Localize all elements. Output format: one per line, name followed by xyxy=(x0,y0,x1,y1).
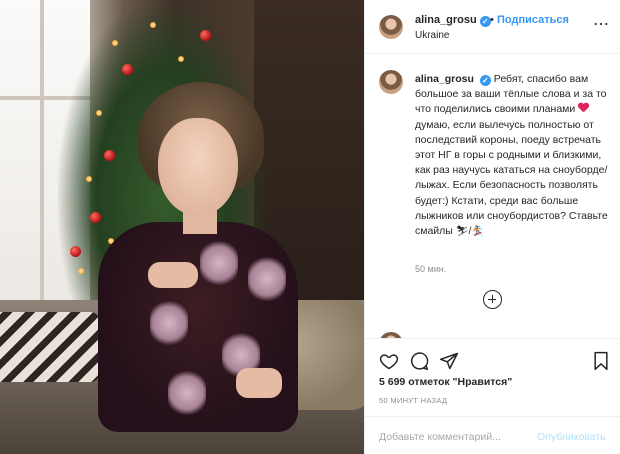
separator-dot: • xyxy=(490,14,494,26)
post-sidebar: alina_grosu ✓ • Подписаться Ukraine ⋯ ali… xyxy=(364,0,620,454)
action-bar xyxy=(365,338,620,378)
add-comment-box: Добавьте комментарий... Опубликовать xyxy=(365,416,620,454)
post-comment-button[interactable]: Опубликовать xyxy=(537,431,606,443)
striped-pillow xyxy=(0,312,100,382)
snowboarder-emoji-icon: 🏂 xyxy=(471,226,484,238)
location-link[interactable]: Ukraine xyxy=(415,30,449,41)
skier-emoji-icon: ⛷ xyxy=(455,226,469,238)
share-icon[interactable] xyxy=(439,351,459,371)
comment-icon[interactable] xyxy=(409,351,429,371)
person-face xyxy=(158,118,238,216)
comment-input[interactable]: Добавьте комментарий... xyxy=(379,431,501,443)
verified-badge-icon: ✓ xyxy=(479,75,491,86)
follow-button[interactable]: Подписаться xyxy=(497,14,569,26)
username-link[interactable]: alina_grosu ✓ xyxy=(415,14,491,27)
heart-icon[interactable] xyxy=(379,351,399,371)
more-options-icon[interactable]: ⋯ xyxy=(593,14,609,34)
bookmark-icon[interactable] xyxy=(591,351,611,371)
caption-body: думаю, если вылечусь полностью от послед… xyxy=(415,118,608,238)
likes-count[interactable]: 5 699 отметок "Нравится" xyxy=(379,376,512,388)
posted-time[interactable]: 50 МИНУТ НАЗАД xyxy=(379,396,447,405)
avatar[interactable] xyxy=(379,15,403,39)
caption-text: alina_grosu ✓ Ребят, спасибо вам большое… xyxy=(415,72,615,239)
person-hand xyxy=(236,368,282,398)
load-more-comments-icon[interactable] xyxy=(483,290,502,309)
heart-emoji-icon xyxy=(578,103,589,113)
avatar[interactable] xyxy=(379,70,403,94)
caption-username[interactable]: alina_grosu xyxy=(415,73,474,85)
person-hand xyxy=(148,262,198,288)
post-header: alina_grosu ✓ • Подписаться Ukraine ⋯ xyxy=(365,0,620,54)
post-photo[interactable] xyxy=(0,0,364,454)
caption-time[interactable]: 50 мин. xyxy=(415,264,446,274)
